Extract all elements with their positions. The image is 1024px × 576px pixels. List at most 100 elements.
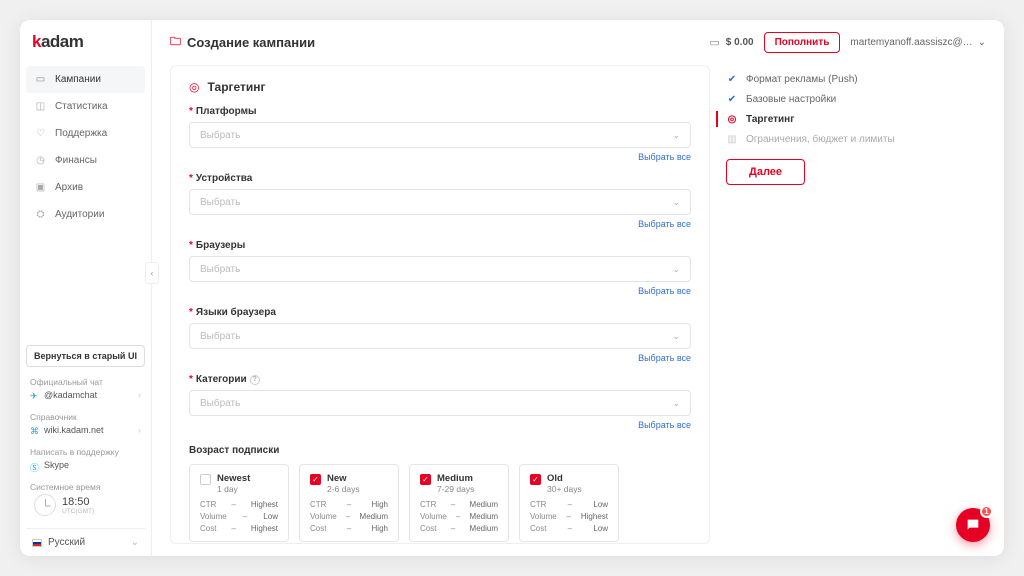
audience-icon: ⛭ — [34, 208, 47, 221]
select-placeholder: Выбрать — [200, 331, 240, 342]
target-icon: ◎ — [726, 113, 738, 125]
checkbox-icon[interactable]: ✓ — [530, 474, 541, 485]
chevron-down-icon: ⌄ — [672, 331, 680, 342]
nav-label: Архив — [55, 182, 83, 193]
age-card-title: Newest — [217, 473, 250, 484]
nav-list: ▭ Кампании ◫ Статистика ♡ Поддержка ◷ Фи… — [26, 66, 145, 228]
breadcrumb: 🗀 Создание кампании — [170, 33, 315, 52]
step-label: Базовые настройки — [746, 94, 836, 105]
categories-select[interactable]: Выбрать ⌄ — [189, 390, 691, 416]
devices-label: Устройства — [196, 173, 252, 184]
subscription-age: Возраст подписки Newest 1 day — [189, 445, 691, 542]
collapse-sidebar-button[interactable]: ‹ — [145, 262, 159, 284]
age-card-sub: 7-29 days — [437, 484, 474, 494]
categories-label: Категории — [196, 374, 247, 385]
age-card-title: Old — [547, 473, 582, 484]
nav-finance[interactable]: ◷ Финансы — [26, 147, 145, 174]
help-icon[interactable]: ? — [250, 375, 260, 385]
limits-icon: ▥ — [726, 133, 738, 145]
platforms-select-all[interactable]: Выбрать все — [638, 152, 691, 162]
categories-field: *Категории ? Выбрать ⌄ Выбрать все — [189, 374, 691, 431]
age-card-old[interactable]: ✓ Old 30+ days CTR–Low Volume–Highest Co… — [519, 464, 619, 542]
devices-select[interactable]: Выбрать ⌄ — [189, 189, 691, 215]
browsers-field: *Браузеры Выбрать ⌄ Выбрать все — [189, 240, 691, 297]
check-icon: ✔ — [726, 73, 738, 85]
age-card-medium[interactable]: ✓ Medium 7-29 days CTR–Medium Volume–Med… — [409, 464, 509, 542]
finance-icon: ◷ — [34, 154, 47, 167]
checkbox-icon[interactable] — [200, 474, 211, 485]
folder-icon: ▭ — [34, 73, 47, 86]
langs-select-all[interactable]: Выбрать все — [638, 353, 691, 363]
nav-archive[interactable]: ▣ Архив — [26, 174, 145, 201]
nav-campaigns[interactable]: ▭ Кампании — [26, 66, 145, 93]
nav-label: Аудитории — [55, 209, 104, 220]
user-menu[interactable]: martemyanoff.aassiszc@… ⌄ — [850, 37, 986, 48]
step-limits[interactable]: ▥ Ограничения, бюджет и лимиты — [726, 129, 916, 149]
support-block[interactable]: Написать в поддержку Ⓢ Skype — [26, 445, 145, 472]
clock-icon — [34, 494, 56, 516]
chevron-down-icon: ⌄ — [672, 130, 680, 141]
step-basic[interactable]: ✔ Базовые настройки — [726, 89, 916, 109]
age-card-newest[interactable]: Newest 1 day CTR–Highest Volume–Low Cost… — [189, 464, 289, 542]
browsers-label: Браузеры — [196, 240, 245, 251]
checkbox-icon[interactable]: ✓ — [420, 474, 431, 485]
chevron-right-icon: › — [138, 425, 141, 435]
age-card-new[interactable]: ✓ New 2-6 days CTR–High Volume–Medium Co… — [299, 464, 399, 542]
nav-label: Кампании — [55, 74, 101, 85]
browsers-select-all[interactable]: Выбрать все — [638, 286, 691, 296]
chat-block[interactable]: Официальный чат ✈ @kadamchat › — [26, 375, 145, 402]
nav-label: Финансы — [55, 155, 97, 166]
age-label: Возраст подписки — [189, 445, 691, 456]
chat-label: Официальный чат — [30, 377, 141, 387]
skype-icon: Ⓢ — [30, 461, 39, 470]
wiki-block[interactable]: Справочник ⌘ wiki.kadam.net › — [26, 410, 145, 437]
refill-button[interactable]: Пополнить — [764, 32, 841, 53]
nav-label: Статистика — [55, 101, 108, 112]
chevron-down-icon: ⌄ — [978, 37, 986, 48]
flag-ru-icon — [32, 539, 42, 547]
next-button[interactable]: Далее — [726, 159, 805, 185]
target-icon: ◎ — [189, 80, 199, 94]
balance-value: $ 0.00 — [726, 37, 754, 48]
archive-icon: ▣ — [34, 181, 47, 194]
age-card-title: New — [327, 473, 360, 484]
wiki-link: wiki.kadam.net — [44, 425, 104, 435]
langs-select[interactable]: Выбрать ⌄ — [189, 323, 691, 349]
support-icon: ♡ — [34, 127, 47, 140]
step-format[interactable]: ✔ Формат рекламы (Push) — [726, 69, 916, 89]
chevron-down-icon: ⌄ — [672, 197, 680, 208]
platforms-field: *Платформы Выбрать ⌄ Выбрать все — [189, 106, 691, 163]
select-placeholder: Выбрать — [200, 197, 240, 208]
chat-badge: 1 — [980, 505, 993, 518]
wallet: ▭ $ 0.00 — [709, 36, 753, 49]
langs-field: *Языки браузера Выбрать ⌄ Выбрать все — [189, 307, 691, 364]
nav-audiences[interactable]: ⛭ Аудитории — [26, 201, 145, 228]
language-select[interactable]: Русский ⌄ — [26, 528, 145, 548]
platforms-label: Платформы — [196, 106, 257, 117]
chat-link: @kadamchat — [44, 390, 97, 400]
age-card-sub: 2-6 days — [327, 484, 360, 494]
targeting-panel: ◎ Таргетинг *Платформы Выбрать ⌄ Выбрать… — [170, 65, 710, 544]
check-icon: ✔ — [726, 93, 738, 105]
chat-bubble[interactable]: 1 — [956, 508, 990, 542]
browsers-select[interactable]: Выбрать ⌄ — [189, 256, 691, 282]
nav-support[interactable]: ♡ Поддержка — [26, 120, 145, 147]
folder-icon: 🗀 — [170, 33, 181, 52]
select-placeholder: Выбрать — [200, 398, 240, 409]
platforms-select[interactable]: Выбрать ⌄ — [189, 122, 691, 148]
select-placeholder: Выбрать — [200, 130, 240, 141]
panel-title: Таргетинг — [207, 80, 265, 94]
step-targeting[interactable]: ◎ Таргетинг — [726, 109, 916, 129]
nav-statistics[interactable]: ◫ Статистика — [26, 93, 145, 120]
categories-select-all[interactable]: Выбрать все — [638, 420, 691, 430]
devices-select-all[interactable]: Выбрать все — [638, 219, 691, 229]
telegram-icon: ✈ — [30, 391, 39, 400]
chevron-right-icon: › — [138, 390, 141, 400]
old-ui-button[interactable]: Вернуться в старый UI — [26, 345, 145, 367]
chevron-down-icon: ⌄ — [672, 264, 680, 275]
chevron-down-icon: ⌄ — [131, 537, 139, 548]
step-label: Ограничения, бюджет и лимиты — [746, 134, 895, 145]
sidebar: kadam ▭ Кампании ◫ Статистика ♡ Поддержк… — [20, 20, 152, 556]
checkbox-icon[interactable]: ✓ — [310, 474, 321, 485]
wiki-label: Справочник — [30, 412, 141, 422]
